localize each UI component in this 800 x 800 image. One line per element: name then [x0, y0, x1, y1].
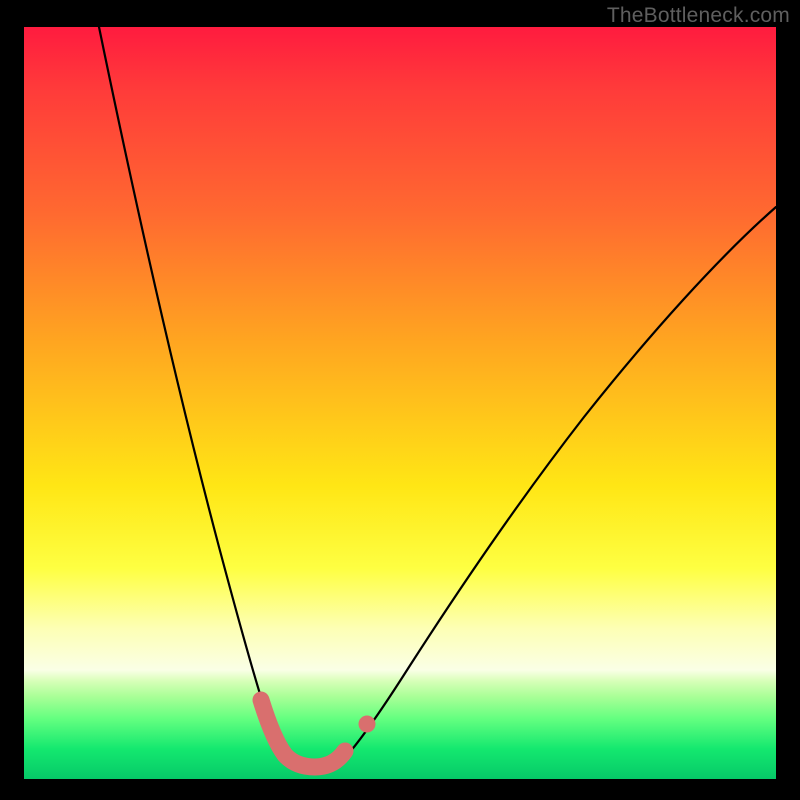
optimal-point-dot: [359, 716, 376, 733]
optimal-range-marker: [261, 700, 345, 767]
bottleneck-curve: [99, 27, 776, 769]
plot-area: [24, 27, 776, 779]
watermark-text: TheBottleneck.com: [607, 4, 790, 28]
bottleneck-chart: [24, 27, 776, 779]
